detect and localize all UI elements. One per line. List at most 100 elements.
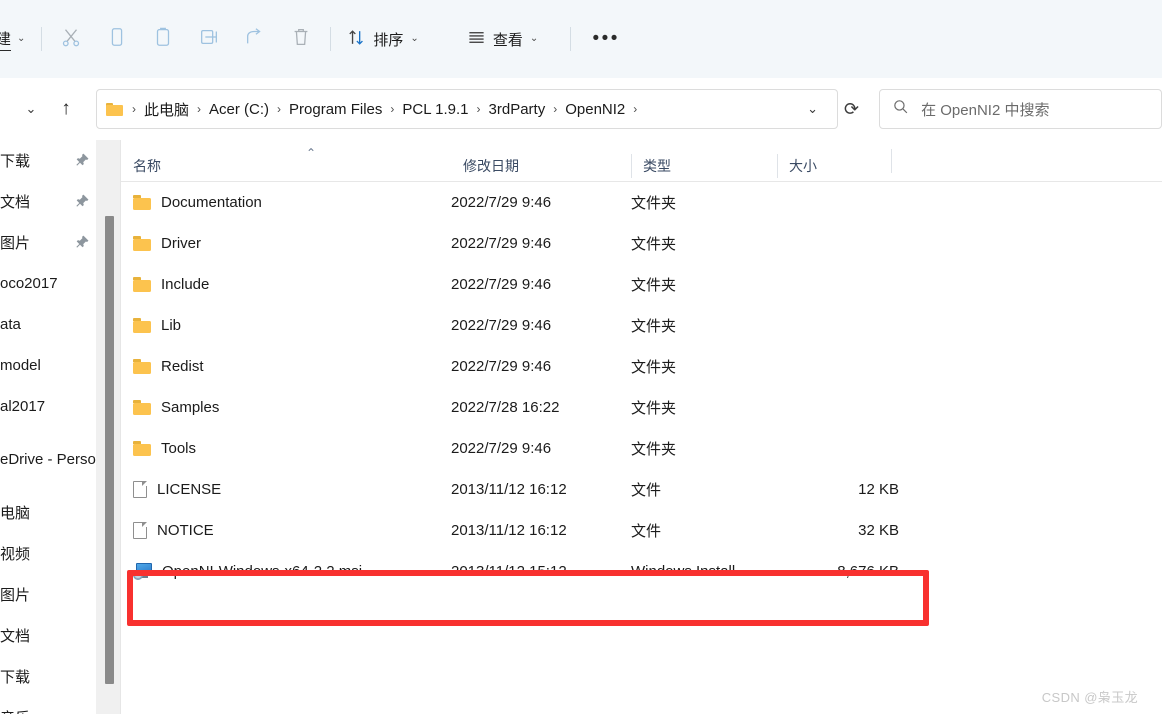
column-header-name-label: 名称 [133, 158, 161, 174]
sidebar-item-label: 下载 [0, 669, 31, 686]
search-box[interactable]: 在 OpenNI2 中搜索 [879, 89, 1162, 129]
sidebar-item-label: 文档 [0, 628, 31, 645]
column-header-end-divider [891, 149, 892, 173]
up-button[interactable]: ↑ [48, 98, 84, 120]
file-name-cell: Samples [121, 399, 451, 416]
sidebar-item-7[interactable]: eDrive - Perso [0, 439, 96, 480]
table-row[interactable]: LICENSE 2013/11/12 16:12 文件 12 KB [121, 469, 1162, 510]
table-row[interactable]: OpenNI-Windows-x64-2.2.msi 2013/11/12 15:… [121, 551, 1162, 592]
table-row[interactable]: NOTICE 2013/11/12 16:12 文件 32 KB [121, 510, 1162, 551]
breadcrumb-item-0[interactable]: 此电脑 [141, 97, 192, 122]
breadcrumb-item-2[interactable]: Program Files [286, 99, 385, 120]
breadcrumb-separator: › [132, 102, 136, 116]
sidebar-item-11[interactable]: 文档 [0, 615, 96, 656]
table-row[interactable]: Tools 2022/7/29 9:46 文件夹 [121, 428, 1162, 469]
share-icon [244, 26, 266, 53]
table-row[interactable]: Samples 2022/7/28 16:22 文件夹 [121, 387, 1162, 428]
file-size-cell: 8,676 KB [837, 563, 899, 580]
file-name-cell: LICENSE [121, 481, 451, 498]
file-icon [133, 522, 147, 539]
sort-button[interactable]: 排序 ⌄ [337, 21, 428, 57]
share-button[interactable] [232, 21, 278, 57]
command-toolbar: 建 ⌄ 排序 ⌄ 查看 ⌄ ••• [0, 0, 1162, 78]
sidebar-item-label: eDrive - Perso [0, 451, 96, 468]
sidebar-item-12[interactable]: 下载 [0, 656, 96, 697]
view-button[interactable]: 查看 ⌄ [457, 21, 548, 57]
sidebar-item-3[interactable]: oco2017 [0, 263, 96, 304]
breadcrumb[interactable]: › 此电脑 › Acer (C:) › Program Files › PCL … [96, 89, 838, 129]
file-name-cell: Include [121, 276, 451, 293]
breadcrumb-separator: › [633, 102, 638, 116]
file-explorer-window: 建 ⌄ 排序 ⌄ 查看 ⌄ ••• ⌄ ↑ › 此电脑 › Acer (C:) … [0, 0, 1162, 714]
more-options-button[interactable]: ••• [583, 21, 629, 57]
folder-icon [106, 102, 123, 116]
new-button[interactable]: 建 ⌄ [0, 22, 35, 56]
paste-button[interactable] [140, 21, 186, 57]
file-type-cell: 文件 [631, 523, 662, 540]
file-name-label: LICENSE [157, 481, 222, 498]
breadcrumb-separator: › [277, 102, 282, 116]
file-name-cell: NOTICE [121, 522, 451, 539]
column-header-name[interactable]: 名称 [121, 151, 451, 181]
table-row[interactable]: Driver 2022/7/29 9:46 文件夹 [121, 223, 1162, 264]
column-header-row: 名称 ⌃ 修改日期 类型 大小 [121, 140, 1162, 182]
sidebar-item-8[interactable]: 电脑 [0, 492, 96, 533]
sidebar-item-label: 文档 [0, 194, 31, 211]
sort-ascending-caret-icon: ⌃ [306, 146, 317, 160]
file-name-label: Redist [161, 358, 204, 375]
sidebar-item-1[interactable]: 文档 [0, 181, 96, 222]
column-header-size[interactable]: 大小 [777, 151, 907, 181]
chevron-down-icon: ⌄ [17, 33, 26, 44]
recent-locations-button[interactable]: ⌄ [14, 101, 48, 117]
table-row[interactable]: Lib 2022/7/29 9:46 文件夹 [121, 305, 1162, 346]
column-header-type[interactable]: 类型 [631, 151, 777, 181]
file-name-cell: Lib [121, 317, 451, 334]
sidebar-item-10[interactable]: 图片 [0, 574, 96, 615]
nav-pane-scrollbar-thumb[interactable] [105, 216, 114, 684]
pin-icon[interactable] [75, 152, 90, 170]
breadcrumb-item-5[interactable]: OpenNI2 [562, 99, 628, 120]
folder-icon [133, 195, 151, 210]
file-type-cell: 文件夹 [631, 359, 677, 376]
file-name-label: Documentation [161, 194, 262, 211]
folder-icon [133, 441, 151, 456]
sidebar-item-5[interactable]: model [0, 345, 96, 386]
file-name-label: NOTICE [157, 522, 214, 539]
file-size-cell: 12 KB [858, 481, 899, 498]
breadcrumb-item-4[interactable]: 3rdParty [486, 99, 549, 120]
refresh-button[interactable]: ⟳ [838, 99, 865, 120]
breadcrumb-item-3[interactable]: PCL 1.9.1 [399, 99, 471, 120]
breadcrumb-separator: › [197, 102, 202, 116]
sidebar-item-6[interactable]: al2017 [0, 386, 96, 427]
cut-button[interactable] [48, 21, 94, 57]
nav-group-gap [0, 480, 96, 492]
sidebar-item-4[interactable]: ata [0, 304, 96, 345]
sidebar-item-2[interactable]: 图片 [0, 222, 96, 263]
table-row[interactable]: Documentation 2022/7/29 9:46 文件夹 [121, 182, 1162, 223]
sidebar-item-0[interactable]: 下载 [0, 140, 96, 181]
delete-button[interactable] [278, 21, 324, 57]
file-date-cell: 2022/7/29 9:46 [451, 358, 552, 375]
breadcrumb-separator: › [553, 102, 558, 116]
pin-icon[interactable] [75, 193, 90, 211]
sidebar-item-9[interactable]: 视频 [0, 533, 96, 574]
folder-icon [133, 318, 151, 333]
rename-button[interactable] [186, 21, 232, 57]
chevron-down-icon[interactable]: ⌄ [807, 101, 828, 117]
sidebar-item-13[interactable]: 音乐 [0, 697, 96, 714]
rename-icon [198, 26, 220, 53]
table-row[interactable]: Include 2022/7/29 9:46 文件夹 [121, 264, 1162, 305]
copy-button[interactable] [94, 21, 140, 57]
column-header-type-label: 类型 [643, 158, 671, 174]
file-type-cell: 文件 [631, 482, 662, 499]
file-rows: Documentation 2022/7/29 9:46 文件夹 Driver 2022… [121, 182, 1162, 592]
sidebar-item-label: al2017 [0, 398, 46, 415]
sidebar-item-label: 图片 [0, 587, 31, 604]
folder-icon [133, 236, 151, 251]
column-header-date[interactable]: 修改日期 [451, 151, 631, 181]
sort-icon [347, 28, 366, 51]
navigation-pane[interactable]: 下载 文档 图片 oco2017 ata model al2017 eDrive - Pers… [0, 140, 96, 714]
breadcrumb-item-1[interactable]: Acer (C:) [206, 99, 272, 120]
pin-icon[interactable] [75, 234, 90, 252]
table-row[interactable]: Redist 2022/7/29 9:46 文件夹 [121, 346, 1162, 387]
